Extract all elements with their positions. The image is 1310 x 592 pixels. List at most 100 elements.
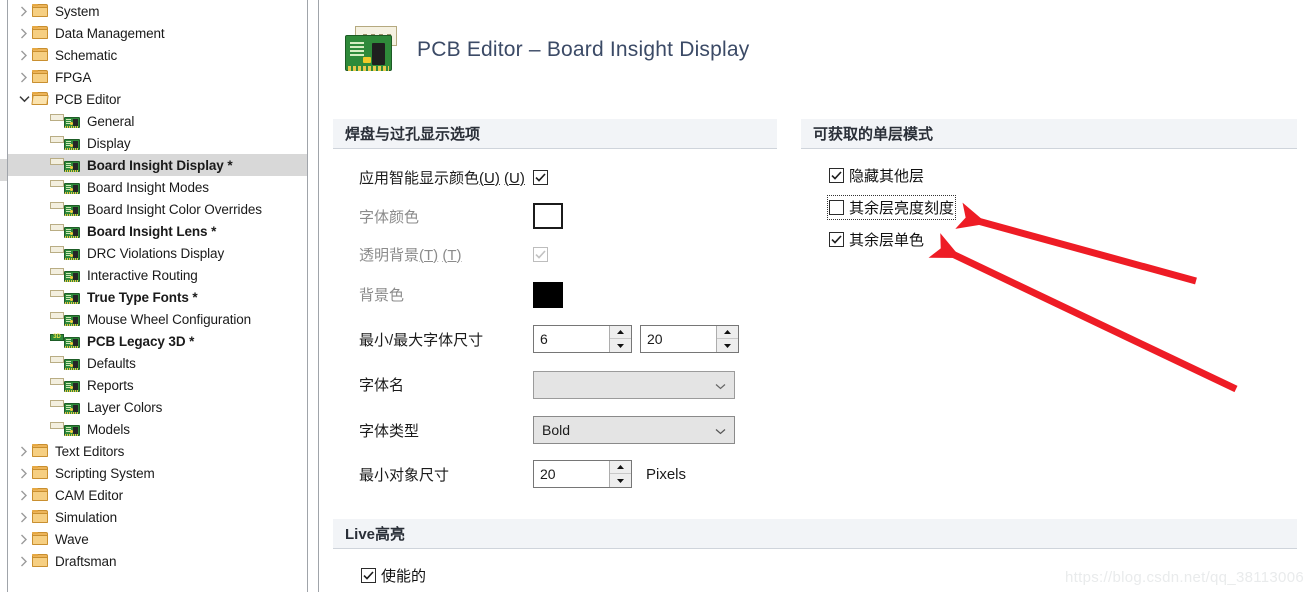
tree-item-models[interactable]: Models xyxy=(8,418,307,440)
tree-item-defaults[interactable]: Defaults xyxy=(8,352,307,374)
tree-item-board-insight-display[interactable]: Board Insight Display * xyxy=(8,154,307,176)
checkbox-wrap-single-layer-option[interactable]: 其余层单色 xyxy=(829,229,924,250)
group-pad-via-display: 焊盘与过孔显示选项 应用智能显示颜色(U) (U) 字体颜色 透明背景(T) (… xyxy=(333,119,777,495)
tree-item-layer-colors[interactable]: Layer Colors xyxy=(8,396,307,418)
checkbox-wrap-single-layer-option[interactable]: 其余层亮度刻度 xyxy=(826,194,957,220)
row-font-name: 字体名 xyxy=(333,362,777,407)
settings-dialog: System Data Management Schematic FPGA PCB Ed… xyxy=(0,0,1310,592)
tree-item-text-editors[interactable]: Text Editors xyxy=(8,440,307,462)
tree-expander[interactable] xyxy=(16,443,32,459)
tree-item-icon xyxy=(32,509,50,525)
chevron-down-icon xyxy=(715,377,726,393)
checkbox-wrap-single-layer-option[interactable]: 隐藏其他层 xyxy=(829,165,924,186)
dropdown-font-name[interactable] xyxy=(533,370,735,399)
tree-item-schematic[interactable]: Schematic xyxy=(8,44,307,66)
tree-item-fpga[interactable]: FPGA xyxy=(8,66,307,88)
spinner-min-font-size[interactable]: 6 xyxy=(533,325,632,353)
tree-item-pcb-legacy-3d[interactable]: 3D PCB Legacy 3D * xyxy=(8,330,307,352)
spinner-down-button[interactable] xyxy=(610,339,631,352)
checkbox-single-layer-option[interactable] xyxy=(829,199,844,215)
tree-item-label: DRC Violations Display xyxy=(87,245,225,261)
tree-item-icon xyxy=(50,355,82,371)
tree-expander[interactable] xyxy=(16,465,32,481)
tree-item-draftsman[interactable]: Draftsman xyxy=(8,550,307,572)
tree-item-icon xyxy=(32,531,50,547)
color-swatch-background-color[interactable] xyxy=(533,281,563,308)
tree-item-pcb-editor[interactable]: PCB Editor xyxy=(8,88,307,110)
tree-item-icon xyxy=(32,25,50,41)
color-swatch-font-color[interactable] xyxy=(533,203,563,229)
tree-item-icon xyxy=(50,377,82,393)
tree-item-board-insight-modes[interactable]: Board Insight Modes xyxy=(8,176,307,198)
label-single-layer-option: 隐藏其他层 xyxy=(849,167,925,185)
caret-down-icon xyxy=(617,478,624,483)
spinner-max-font-size-buttons[interactable] xyxy=(716,326,738,352)
label-font-type: 字体类型 xyxy=(359,422,420,440)
label-min-object-size: 最小对象尺寸 xyxy=(359,466,450,484)
check-icon xyxy=(535,172,546,182)
tree-item-wave[interactable]: Wave xyxy=(8,528,307,550)
tree-scrollbar-thumb[interactable] xyxy=(0,159,7,181)
tree-item-system[interactable]: System xyxy=(8,0,307,22)
checkbox-live-highlight-enabled[interactable] xyxy=(361,567,376,583)
tree-item-reports[interactable]: Reports xyxy=(8,374,307,396)
tree-expander[interactable] xyxy=(16,509,32,525)
tree-item-drc-violations-display[interactable]: DRC Violations Display xyxy=(8,242,307,264)
tree-item-label: Simulation xyxy=(55,509,118,525)
dropdown-font-type[interactable]: Bold xyxy=(533,416,735,444)
tree-expander[interactable] xyxy=(16,553,32,569)
check-icon xyxy=(831,170,842,180)
label-background-color: 背景色 xyxy=(359,287,405,304)
single-layer-checkbox-list: 隐藏其他层其余层亮度刻度其余层单色 xyxy=(801,149,1297,255)
tree-item-label: Mouse Wheel Configuration xyxy=(87,311,252,327)
tree-item-label: Models xyxy=(87,421,130,437)
checkbox-wrap-live-highlight-enabled[interactable]: 使能的 xyxy=(361,565,426,586)
spinner-max-font-size[interactable]: 20 xyxy=(640,325,739,353)
tree-item-icon xyxy=(50,135,82,151)
tree-expander[interactable] xyxy=(16,69,32,85)
spinner-min-font-size-buttons[interactable] xyxy=(609,326,631,352)
tree-item-label: Draftsman xyxy=(55,553,117,569)
pcb-board-icon xyxy=(345,26,399,74)
tree-item-label: FPGA xyxy=(55,69,92,85)
tree-expander[interactable] xyxy=(16,3,32,19)
spinner-up-button[interactable] xyxy=(610,326,631,339)
tree-expander[interactable] xyxy=(16,25,32,41)
tree-item-mouse-wheel-configuration[interactable]: Mouse Wheel Configuration xyxy=(8,308,307,330)
spinner-min-object-size[interactable]: 20 xyxy=(533,460,632,488)
checkbox-apply-smart-color[interactable] xyxy=(533,169,548,185)
tree-expander[interactable] xyxy=(16,91,32,107)
preferences-tree[interactable]: System Data Management Schematic FPGA PCB Ed… xyxy=(7,0,308,592)
spinner-min-font-size-value[interactable]: 6 xyxy=(534,326,609,352)
row-single-layer-option: 其余层单色 xyxy=(801,223,1297,255)
spinner-max-font-size-value[interactable]: 20 xyxy=(641,326,716,352)
spinner-down-button[interactable] xyxy=(717,339,738,352)
tree-item-true-type-fonts[interactable]: True Type Fonts * xyxy=(8,286,307,308)
tree-item-label: PCB Editor xyxy=(55,91,121,107)
tree-expander[interactable] xyxy=(16,487,32,503)
tree-item-interactive-routing[interactable]: Interactive Routing xyxy=(8,264,307,286)
tree-item-display[interactable]: Display xyxy=(8,132,307,154)
tree-item-label: Board Insight Lens * xyxy=(87,223,217,239)
checkbox-single-layer-option[interactable] xyxy=(829,167,844,183)
group-body-pad-via: 应用智能显示颜色(U) (U) 字体颜色 透明背景(T) (T) 背景色 最小/… xyxy=(333,149,777,495)
tree-item-board-insight-lens[interactable]: Board Insight Lens * xyxy=(8,220,307,242)
tree-item-data-management[interactable]: Data Management xyxy=(8,22,307,44)
tree-expander[interactable] xyxy=(16,531,32,547)
tree-item-label: Board Insight Display * xyxy=(87,157,233,173)
spinner-down-button[interactable] xyxy=(610,474,631,487)
tree-expander[interactable] xyxy=(16,47,32,63)
chevron-right-icon xyxy=(21,6,27,16)
checkbox-single-layer-option[interactable] xyxy=(829,231,844,247)
spinner-min-object-size-value[interactable]: 20 xyxy=(534,461,609,487)
check-icon xyxy=(831,234,842,244)
tree-item-general[interactable]: General xyxy=(8,110,307,132)
spinner-min-object-size-buttons[interactable] xyxy=(609,461,631,487)
spinner-up-button[interactable] xyxy=(610,461,631,474)
chevron-down-icon xyxy=(715,422,726,438)
tree-item-simulation[interactable]: Simulation xyxy=(8,506,307,528)
spinner-up-button[interactable] xyxy=(717,326,738,339)
tree-item-board-insight-color-overrides[interactable]: Board Insight Color Overrides xyxy=(8,198,307,220)
tree-item-cam-editor[interactable]: CAM Editor xyxy=(8,484,307,506)
tree-item-scripting-system[interactable]: Scripting System xyxy=(8,462,307,484)
